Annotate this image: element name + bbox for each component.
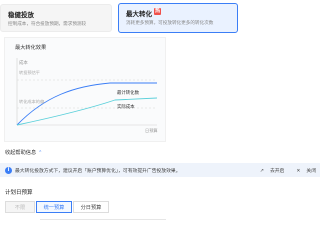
divider [40, 219, 166, 220]
chart-canvas: 成本 转投预估平 转化成本的偏 最计转化数 实际成本 日预算 [16, 58, 158, 134]
info-banner-actions: ↗ 去开启 ✕ 关闭 [248, 167, 316, 174]
conversion-effect-chart: 成本 转投预估平 转化成本的偏 最计转化数 实际成本 日预算 最大转化效果 [4, 37, 166, 142]
info-banner-text: 最大转化投放方式下，建议开启「账户预算优化」，可有效提升广告投放效果。 [15, 168, 181, 174]
chevron-up-icon: ⌃ [38, 150, 43, 156]
daily-budget-label: 计划日预算 [5, 190, 33, 196]
chart-title: 最大转化效果 [15, 45, 47, 51]
external-link-icon: ↗ [259, 168, 264, 174]
card-title-max: 最大转化热 [126, 8, 161, 18]
budget-option-unified[interactable]: 统一预算 [36, 201, 72, 213]
y-axis-label: 成本 [19, 59, 28, 66]
guide-label-top: 转投预估平 [19, 69, 40, 76]
x-axis-label: 日预算 [145, 127, 158, 134]
close-label: 关闭 [306, 168, 316, 174]
line-label-actual: 实际成本 [117, 103, 135, 110]
go-open-label: 去开启 [269, 168, 285, 174]
strategy-card-stable[interactable]: 稳健投放 控制成本，符合投放预期，需求预测较 [0, 4, 112, 32]
collapse-label: 收起帮助信息 [5, 150, 37, 156]
info-banner: i 最大转化投放方式下，建议开启「账户预算优化」，可有效提升广告投放效果。 ↗ 去… [0, 163, 320, 177]
card-title-stable: 稳健投放 [8, 11, 34, 19]
hot-badge: 热 [154, 8, 161, 15]
line-max-conversion [16, 82, 157, 126]
strategy-card-max-conversion[interactable]: 最大转化热 消耗更多预算，可投放转化更多的转化次数 [118, 3, 238, 33]
card-desc-max: 消耗更多预算，可投放转化更多的转化次数 [126, 21, 214, 26]
close-icon: ✕ [296, 168, 301, 174]
card-title-max-text: 最大转化 [126, 10, 152, 18]
budget-option-daily[interactable]: 分日预算 [73, 201, 109, 213]
info-icon: i [5, 166, 12, 174]
collapse-help-toggle[interactable]: 收起帮助信息 ⌃ [5, 149, 42, 156]
card-desc-stable: 控制成本，符合投放预期，需求预测较 [8, 22, 87, 27]
line-label-max: 最计转化数 [117, 89, 140, 96]
guide-label-mid: 转化成本的偏 [19, 98, 44, 105]
go-open-link[interactable]: ↗ 去开启 [254, 169, 284, 174]
budget-option-unlimited[interactable]: 不限 [5, 201, 35, 213]
close-banner-button[interactable]: ✕ 关闭 [290, 169, 316, 174]
